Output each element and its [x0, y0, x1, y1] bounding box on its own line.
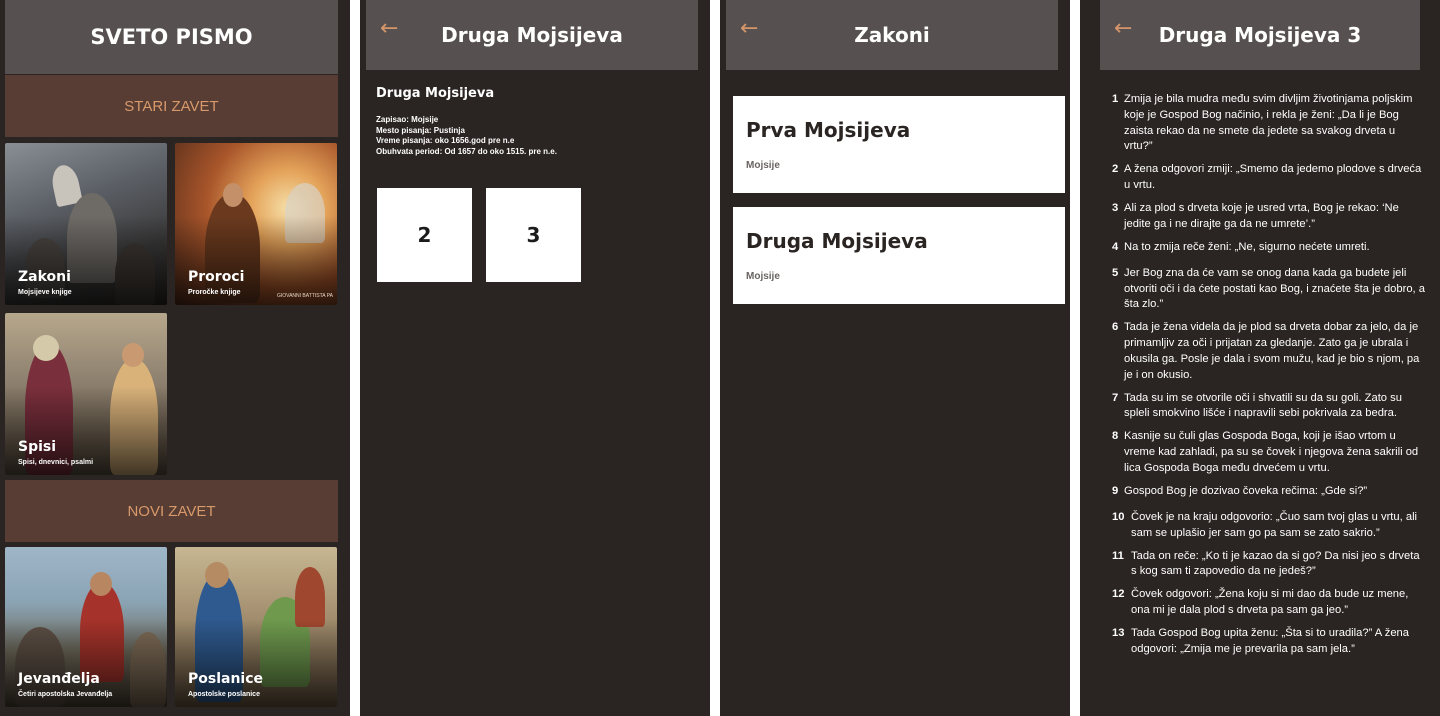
verse-text: Gospod Bog je dozivao čoveka rečima: „Gd… [1124, 485, 1368, 498]
back-arrow-icon[interactable]: ← [380, 16, 398, 41]
app-title: Zakoni [854, 23, 930, 47]
app-title: Druga Mojsijeva 3 [1158, 23, 1362, 47]
verse: 12 Čovek odgovori: „Žena koju si mi dao d… [1108, 587, 1426, 619]
tile-poslanice[interactable]: Poslanice Apostolske poslanice [175, 547, 337, 707]
verse-text: Ali za plod s drveta koje je usred vrta,… [1124, 202, 1399, 230]
old-testament-header[interactable]: STARI ZAVET [5, 75, 338, 137]
verse-number: 9 [1112, 485, 1119, 498]
verse-number: 4 [1112, 240, 1119, 253]
tile-subtitle: Spisi, dnevnici, psalmi [18, 459, 94, 466]
home-screen: SVETO PISMO STARI ZAVET Zakoni Mojsijeve… [0, 0, 350, 716]
verse-number: 1 [1112, 93, 1119, 105]
chapter-screen: ← Druga Mojsijeva 3 1 Zmija je bila mudra… [1080, 0, 1440, 716]
verse: 1 Zmija je bila mudra među svim divljim ž… [1108, 92, 1426, 155]
book-card-prva-mojsijeva[interactable]: Prva Mojsijeva Mojsije [733, 96, 1065, 193]
tile-zakoni[interactable]: Zakoni Mojsijeve knjige [5, 143, 167, 305]
meta-period: Obuhvata period: Od 1657 do oko 1515. pr… [376, 146, 557, 156]
verse-number: 12 [1112, 588, 1125, 601]
verse-text: Tada Gospod Bog upita ženu: „Šta si to u… [1131, 627, 1410, 655]
verse-text: Kasnije su čuli glas Gospoda Boga, koji … [1124, 430, 1419, 475]
verse-text: Zmija je bila mudra među svim divljim ži… [1124, 93, 1413, 153]
book-list-screen: ← Zakoni Prva Mojsijeva Mojsije Druga Mo… [720, 0, 1070, 716]
chapter-button[interactable]: 3 [486, 188, 581, 282]
tile-title: Proroci [188, 269, 245, 285]
tile-proroci[interactable]: Proroci Proročke knjige GIOVANNI BATTIST… [175, 143, 337, 305]
verse: 3 Ali za plod s drveta koje je usred vrta… [1108, 201, 1426, 233]
app-title: Druga Mojsijeva [441, 23, 623, 47]
verse-number: 2 [1112, 163, 1119, 176]
verse-text: Na to zmija reče ženi: „Ne, sigurno neće… [1124, 240, 1370, 253]
verse-number: 13 [1112, 627, 1125, 640]
book-title: Prva Mojsijeva [746, 118, 911, 142]
verse: 2 A žena odgovori zmiji: „Smemo da jedemo… [1108, 162, 1426, 194]
tile-subtitle: Apostolske poslanice [188, 691, 260, 698]
book-author: Mojsije [746, 271, 780, 282]
verse: 8 Kasnije su čuli glas Gospoda Boga, koji… [1108, 429, 1426, 476]
meta-place: Mesto pisanja: Pustinja [376, 125, 465, 135]
back-arrow-icon[interactable]: ← [740, 16, 758, 41]
verse-text: Tada on reče: „Ko ti je kazao da si go? … [1131, 549, 1420, 578]
book-meta: Zapisao: Mojsije Mesto pisanja: Pustinja… [376, 115, 557, 157]
book-card-druga-mojsijeva[interactable]: Druga Mojsijeva Mojsije [733, 207, 1065, 304]
verse-number: 6 [1112, 321, 1119, 334]
verse-number: 3 [1112, 202, 1119, 215]
tile-spisi[interactable]: Spisi Spisi, dnevnici, psalmi [5, 313, 167, 475]
verse: 4 Na to zmija reče ženi: „Ne, sigurno neć… [1108, 240, 1426, 256]
verse-text: Čovek odgovori: „Žena koju si mi dao da … [1131, 588, 1409, 617]
verse: 6 Tada je žena videla da je plod sa drvet… [1108, 320, 1426, 383]
verse-list: 1 Zmija je bila mudra među svim divljim ž… [1108, 92, 1426, 665]
verse: 13 Tada Gospod Bog upita ženu: „Šta si to… [1108, 626, 1426, 658]
tile-title: Zakoni [18, 269, 71, 285]
verse-number: 8 [1112, 430, 1119, 443]
meta-author: Zapisao: Mojsije [376, 115, 439, 124]
app-bar: ← Druga Mojsijeva 3 [1100, 0, 1420, 70]
painting-credit: GIOVANNI BATTISTA PA [276, 293, 333, 299]
verse: 11 Tada on reče: „Ko ti je kazao da si go… [1108, 549, 1426, 581]
verse: 10 Čovek je na kraju odgovorio: „Čuo sam … [1108, 510, 1426, 542]
verse-number: 11 [1112, 549, 1124, 562]
verse: 7 Tada su im se otvorile oči i shvatili s… [1108, 391, 1426, 423]
app-bar: ← Druga Mojsijeva [366, 0, 698, 70]
app-title: SVETO PISMO [90, 25, 253, 49]
book-name: Druga Mojsijeva [376, 86, 495, 101]
book-author: Mojsije [746, 160, 780, 171]
verse-text: Čovek je na kraju odgovorio: „Čuo sam tv… [1131, 510, 1418, 539]
book-detail-screen: ← Druga Mojsijeva Druga Mojsijeva Zapisa… [360, 0, 710, 716]
tile-subtitle: Četiri apostolska Jevanđelja [18, 691, 113, 698]
tile-subtitle: Mojsijeve knjige [18, 289, 72, 296]
verse: 9 Gospod Bog je dozivao čoveka rečima: „G… [1108, 484, 1426, 500]
verse-number: 10 [1112, 510, 1125, 523]
tile-jevandjelja[interactable]: Jevanđelja Četiri apostolska Jevanđelja [5, 547, 167, 707]
verse-number: 7 [1112, 391, 1119, 404]
app-bar: ← Zakoni [726, 0, 1058, 70]
meta-time: Vreme pisanja: oko 1656.god pre n.e [376, 136, 515, 145]
back-arrow-icon[interactable]: ← [1114, 16, 1132, 41]
tile-title: Jevanđelja [18, 671, 100, 687]
book-info: Druga Mojsijeva Zapisao: Mojsije Mesto p… [376, 86, 557, 157]
app-bar: SVETO PISMO [5, 0, 338, 74]
tile-title: Spisi [18, 439, 57, 455]
book-title: Druga Mojsijeva [746, 229, 928, 253]
verse-text: A žena odgovori zmiji: „Smemo da jedemo … [1124, 163, 1422, 192]
tile-subtitle: Proročke knjige [188, 289, 241, 296]
verse-text: Tada je žena videla da je plod sa drveta… [1124, 321, 1420, 381]
new-testament-header[interactable]: NOVI ZAVET [5, 480, 338, 542]
verse-text: Jer Bog zna da će vam se onog dana kada … [1124, 266, 1425, 311]
tile-title: Poslanice [188, 671, 264, 687]
verse-number: 5 [1112, 266, 1119, 279]
verse-text: Tada su im se otvorile oči i shvatili su… [1124, 391, 1402, 420]
verse: 5 Jer Bog zna da će vam se onog dana kada… [1108, 266, 1426, 313]
chapter-button[interactable]: 2 [377, 188, 472, 282]
